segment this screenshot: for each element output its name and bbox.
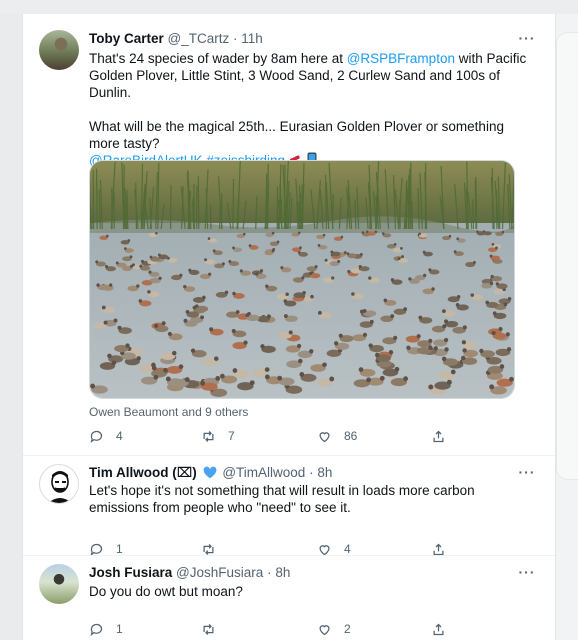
- reply-count: 4: [116, 429, 123, 443]
- right-sidebar: [556, 14, 578, 640]
- reply-icon: [90, 623, 103, 636]
- like-count: 2: [344, 622, 351, 636]
- tweet-text-part: That's 24 species of wader by 8am here a…: [89, 51, 347, 66]
- liked-by-text[interactable]: Owen Beaumont and 9 others: [89, 405, 248, 419]
- like-count: 86: [344, 429, 358, 443]
- share-button[interactable]: [431, 427, 458, 445]
- tweet-tim-allwood[interactable]: Tim Allwood (⌧) @TimAllwood · 8h ··· Let…: [23, 456, 555, 556]
- sidebar-card: [556, 32, 578, 480]
- like-button[interactable]: 2: [317, 620, 351, 638]
- tweet-photo-waders[interactable]: [89, 160, 515, 399]
- avatar-toby-carter[interactable]: [39, 30, 79, 70]
- tweet-text: Do you do owt but moan?: [89, 584, 243, 599]
- tweet-time[interactable]: 11h: [241, 31, 263, 46]
- tweet-actions: 1 2: [89, 620, 469, 638]
- separator-dot: ·: [267, 565, 272, 580]
- share-button[interactable]: [431, 620, 458, 638]
- like-button[interactable]: 86: [317, 427, 357, 445]
- share-icon: [433, 430, 444, 442]
- heart-icon: [319, 431, 330, 442]
- tweet-thread: Toby Carter @_TCartz · 11h ··· That's 24…: [22, 14, 556, 640]
- retweet-icon: [203, 430, 214, 442]
- wader-flock-photo: [90, 161, 514, 398]
- reply-icon: [90, 430, 103, 443]
- author-name[interactable]: Josh Fusiara: [89, 565, 172, 580]
- tweet-text: Let's hope it's not something that will …: [89, 483, 475, 515]
- heart-icon: [319, 624, 330, 635]
- retweet-button[interactable]: 7: [201, 427, 235, 445]
- share-icon: [433, 623, 444, 635]
- author-name[interactable]: Toby Carter: [89, 31, 164, 46]
- avatar-drawing: [48, 471, 72, 503]
- reply-button[interactable]: 4: [89, 427, 123, 445]
- mention-link[interactable]: @RSPBFrampton: [347, 51, 455, 66]
- tweet-text: That's 24 species of wader by 8am here a…: [89, 50, 531, 171]
- author-handle[interactable]: @JoshFusiara: [176, 565, 263, 580]
- tweet-text-paragraph: What will be the magical 25th... Eurasia…: [89, 119, 504, 151]
- more-options-icon[interactable]: ···: [517, 31, 537, 48]
- tweet-header: Toby Carter @_TCartz · 11h: [89, 30, 263, 48]
- separator-dot: ·: [233, 31, 238, 46]
- tweet-josh-fusiara[interactable]: Josh Fusiara @JoshFusiara · 8h ··· Do yo…: [23, 556, 555, 640]
- tweet-header: Josh Fusiara @JoshFusiara · 8h: [89, 564, 290, 582]
- retweet-count: 7: [228, 429, 235, 443]
- more-options-icon[interactable]: ···: [517, 465, 537, 482]
- retweet-icon: [203, 623, 214, 635]
- retweet-button[interactable]: [201, 620, 228, 638]
- tweet-actions: 4 7 86: [89, 427, 469, 445]
- tweet-time[interactable]: 8h: [317, 465, 332, 480]
- avatar-tim-allwood[interactable]: [39, 464, 79, 504]
- author-name[interactable]: Tim Allwood (⌧): [89, 465, 197, 480]
- tweet-time[interactable]: 8h: [275, 565, 290, 580]
- avatar-josh-fusiara[interactable]: [39, 564, 79, 604]
- reply-count: 1: [116, 622, 123, 636]
- reply-button[interactable]: 1: [89, 620, 123, 638]
- more-options-icon[interactable]: ···: [517, 565, 537, 582]
- author-handle[interactable]: @TimAllwood: [222, 465, 305, 480]
- browser-top-strip: [0, 0, 578, 14]
- separator-dot: ·: [309, 465, 314, 480]
- tweet-toby-carter[interactable]: Toby Carter @_TCartz · 11h ··· That's 24…: [23, 14, 555, 459]
- tweet-header: Tim Allwood (⌧) @TimAllwood · 8h: [89, 464, 332, 482]
- author-handle[interactable]: @_TCartz: [168, 31, 230, 46]
